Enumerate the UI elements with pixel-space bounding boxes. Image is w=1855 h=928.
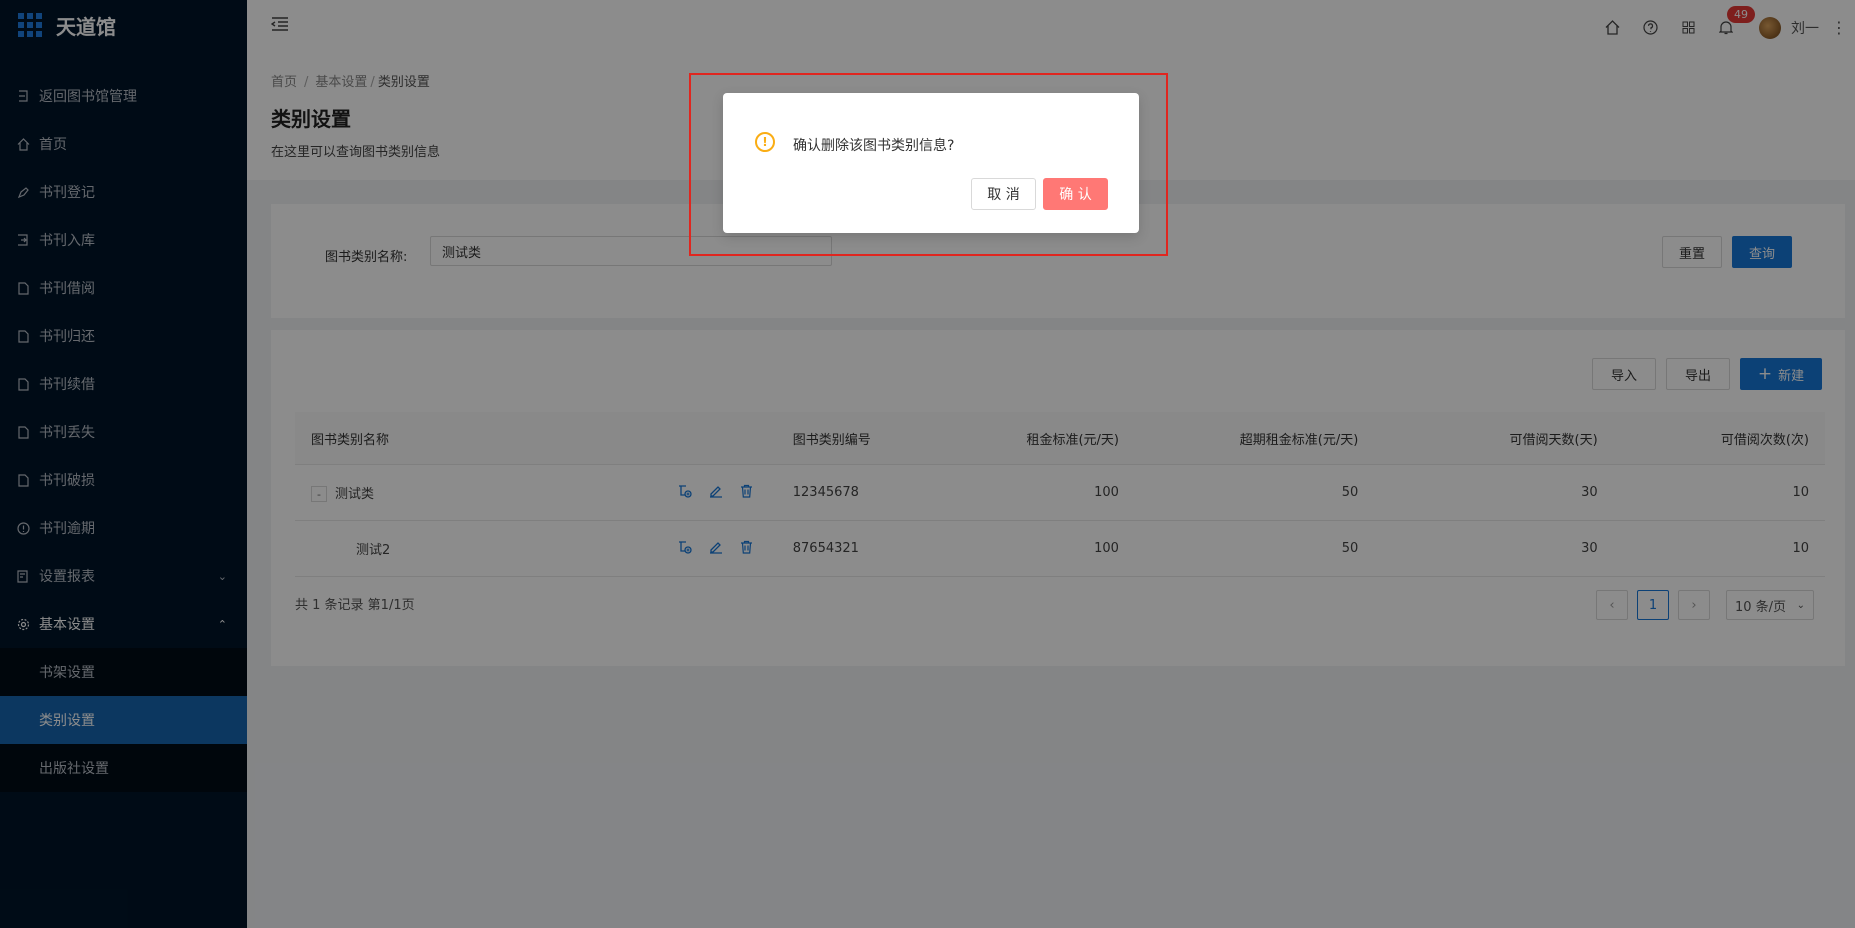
highlight-box bbox=[689, 73, 1168, 256]
